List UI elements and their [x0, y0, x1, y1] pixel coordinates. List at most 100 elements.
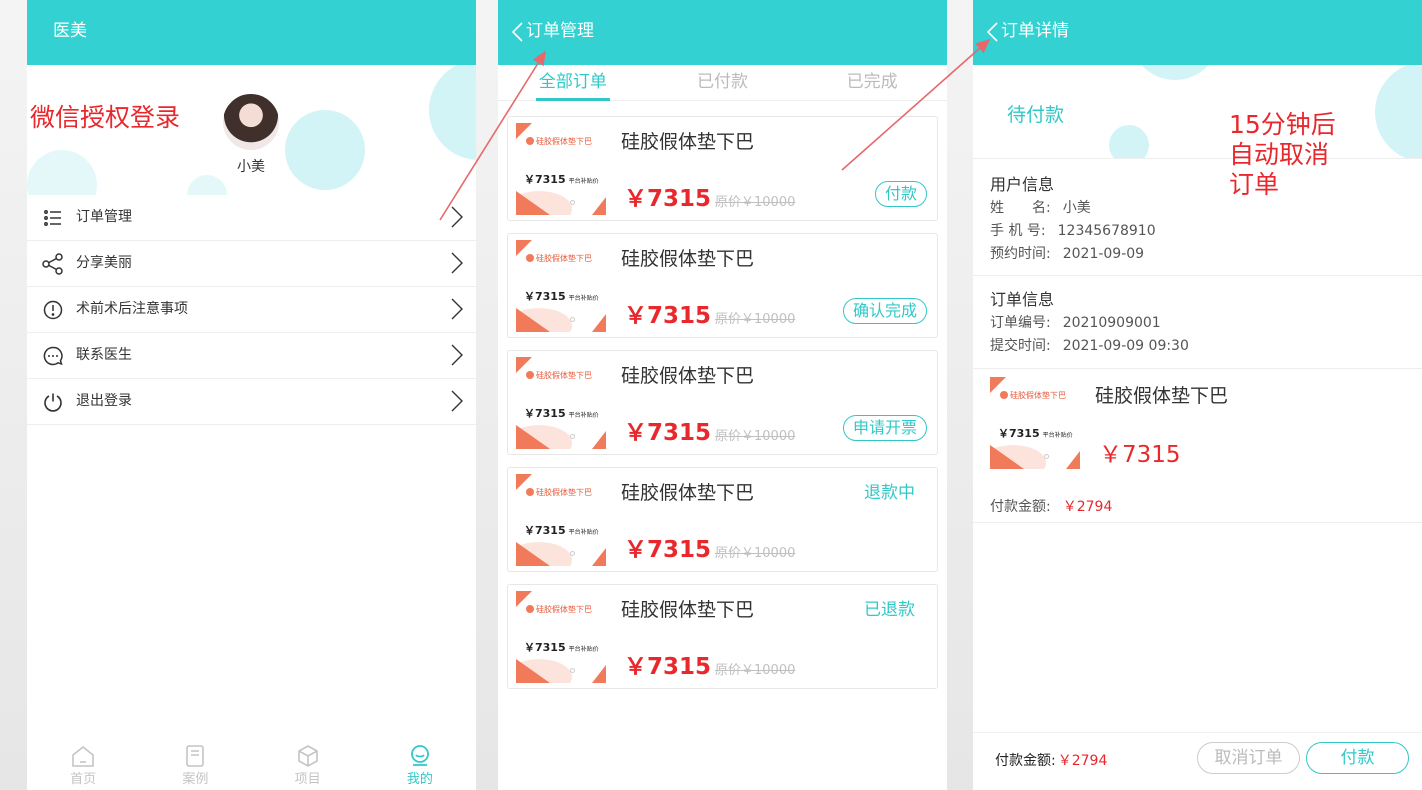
- order-info-section: 订单信息 订单编号: 20210909001 提交时间: 2021-09-09 09…: [973, 275, 1422, 368]
- thumb-price: ￥7315 平台补贴价: [524, 522, 599, 538]
- divider: [973, 522, 1422, 523]
- appointment-row: 预约时间: 2021-09-09: [990, 243, 1144, 263]
- price: ￥7315: [624, 537, 712, 563]
- thumb-price-note: 平台补贴价: [568, 178, 599, 185]
- thumb-price: ￥7315 平台补贴价: [998, 425, 1073, 441]
- menu-label: 退出登录: [76, 393, 132, 409]
- product-thumbnail: 硅胶假体垫下巴 ￥7315 平台补贴价: [990, 377, 1080, 469]
- thumb-price-note: 平台补贴价: [568, 646, 599, 653]
- price-row: ￥7315 原价￥10000: [624, 179, 795, 213]
- order-status: 退款中: [864, 483, 915, 503]
- name-label: 姓 名:: [990, 200, 1051, 216]
- section-heading: 用户信息: [990, 175, 1055, 194]
- bottom-tab-bar: 首页 案例 项目 我的: [27, 740, 476, 790]
- thumb-price-value: ￥7315: [998, 427, 1040, 440]
- product-name: 硅胶假体垫下巴: [621, 248, 755, 270]
- product-thumbnail: 硅胶假体垫下巴 ￥7315 平台补贴价: [516, 591, 606, 683]
- product-thumbnail: 硅胶假体垫下巴 ￥7315 平台补贴价: [516, 474, 606, 566]
- price: ￥7315: [624, 654, 712, 680]
- chevron-right-icon: [451, 390, 463, 412]
- thumb-tag: 硅胶假体垫下巴: [526, 604, 592, 615]
- avatar[interactable]: [221, 92, 281, 152]
- thumb-price: ￥7315 平台补贴价: [524, 639, 599, 655]
- menu-label: 订单管理: [76, 209, 132, 225]
- tab-label: 案例: [182, 772, 209, 787]
- name-value: 小美: [1062, 200, 1091, 216]
- annotation-line: 订单: [1229, 170, 1280, 199]
- tab-completed[interactable]: 已完成: [797, 65, 947, 100]
- original-price: 原价￥10000: [715, 312, 796, 327]
- order-card[interactable]: 硅胶假体垫下巴 ￥7315 平台补贴价 硅胶假体垫下巴 ￥7315 原价￥10000 …: [507, 116, 938, 221]
- original-price: 原价￥10000: [715, 429, 796, 444]
- thumb-tag: 硅胶假体垫下巴: [526, 253, 592, 264]
- thumb-price: ￥7315 平台补贴价: [524, 288, 599, 304]
- thumb-tag: 硅胶假体垫下巴: [526, 370, 592, 381]
- tab-home[interactable]: 首页: [27, 740, 139, 790]
- menu-label: 术前术后注意事项: [76, 301, 188, 317]
- back-arrow-icon[interactable]: [510, 22, 526, 42]
- order-status: 已退款: [864, 600, 915, 620]
- price-row: ￥7315 原价￥10000: [624, 647, 795, 681]
- back-arrow-icon[interactable]: [985, 22, 1001, 42]
- name-row: 姓 名: 小美: [990, 197, 1091, 217]
- order-card[interactable]: 硅胶假体垫下巴 ￥7315 平台补贴价 硅胶假体垫下巴 已退款 ￥7315 原价￥10…: [507, 584, 938, 689]
- product-detail: 硅胶假体垫下巴 ￥7315 平台补贴价 硅胶假体垫下巴 ￥7315: [973, 368, 1422, 486]
- tab-cases[interactable]: 案例: [139, 740, 251, 790]
- cancel-order-button[interactable]: 取消订单: [1197, 742, 1300, 774]
- tab-label: 我的: [406, 772, 433, 787]
- header-bar: 医美: [27, 0, 476, 65]
- phone-label: 手 机 号:: [990, 223, 1046, 239]
- header-bar: 订单详情: [973, 0, 1422, 65]
- user-name: 小美: [237, 159, 265, 175]
- menu-item-order-management[interactable]: 订单管理: [27, 195, 476, 241]
- menu-item-share[interactable]: 分享美丽: [27, 241, 476, 287]
- tab-label: 项目: [294, 772, 321, 787]
- thumb-tag: 硅胶假体垫下巴: [526, 487, 592, 498]
- request-invoice-button[interactable]: 申请开票: [842, 415, 927, 441]
- price: ￥7315: [624, 186, 712, 212]
- payment-amount: ￥2794: [1062, 499, 1113, 515]
- menu-item-precautions[interactable]: 术前术后注意事项: [27, 287, 476, 333]
- order-management-screen: 订单管理 全部订单 已付款 已完成 硅胶假体垫下巴 ￥7315 平台补贴价 硅胶假体…: [498, 0, 947, 790]
- thumb-price-value: ￥7315: [524, 407, 566, 420]
- thumb-price-value: ￥7315: [524, 641, 566, 654]
- annotation-wechat-login: 微信授权登录: [30, 103, 181, 132]
- confirm-complete-button[interactable]: 确认完成: [842, 298, 927, 324]
- tab-paid[interactable]: 已付款: [648, 65, 798, 100]
- annotation-line: 自动取消: [1229, 140, 1330, 169]
- thumb-price-value: ￥7315: [524, 173, 566, 186]
- bottom-action-bar: 付款金额: ￥2794 取消订单 付款: [973, 732, 1422, 790]
- pay-button[interactable]: 付款: [874, 181, 927, 207]
- thumb-price-note: 平台补贴价: [568, 295, 599, 302]
- order-card[interactable]: 硅胶假体垫下巴 ￥7315 平台补贴价 硅胶假体垫下巴 ￥7315 原价￥10000 …: [507, 233, 938, 338]
- order-card[interactable]: 硅胶假体垫下巴 ￥7315 平台补贴价 硅胶假体垫下巴 ￥7315 原价￥10000 …: [507, 350, 938, 455]
- page-title: 医美: [53, 21, 87, 41]
- share-icon: [42, 253, 63, 275]
- order-card[interactable]: 硅胶假体垫下巴 ￥7315 平台补贴价 硅胶假体垫下巴 退款中 ￥7315 原价￥10…: [507, 467, 938, 572]
- tab-all-orders[interactable]: 全部订单: [498, 65, 648, 101]
- menu-item-logout[interactable]: 退出登录: [27, 379, 476, 425]
- menu-label: 联系医生: [76, 347, 132, 363]
- price: ￥7315: [624, 420, 712, 446]
- product-name: 硅胶假体垫下巴: [621, 599, 755, 621]
- payment-amount-row: 付款金额: ￥2794: [990, 496, 1112, 516]
- submit-time-row: 提交时间: 2021-09-09 09:30: [990, 335, 1189, 355]
- product-name: 硅胶假体垫下巴: [621, 482, 755, 504]
- tab-projects[interactable]: 项目: [252, 740, 364, 790]
- menu-item-contact-doctor[interactable]: 联系医生: [27, 333, 476, 379]
- pay-button[interactable]: 付款: [1306, 742, 1409, 774]
- chevron-right-icon: [451, 344, 463, 366]
- tab-mine[interactable]: 我的: [364, 740, 476, 790]
- thumb-price: ￥7315 平台补贴价: [524, 405, 599, 421]
- thumb-price-value: ￥7315: [524, 290, 566, 303]
- total-label: 付款金额:: [995, 753, 1056, 769]
- page-title: 订单详情: [1001, 21, 1069, 41]
- payment-label: 付款金额:: [990, 499, 1051, 515]
- phone-row: 手 机 号: 12345678910: [990, 220, 1156, 240]
- submit-time-label: 提交时间:: [990, 338, 1051, 354]
- original-price: 原价￥10000: [715, 195, 796, 210]
- book-icon: [186, 745, 205, 767]
- appointment-label: 预约时间:: [990, 246, 1051, 262]
- product-name: 硅胶假体垫下巴: [621, 131, 755, 153]
- thumb-price-note: 平台补贴价: [1042, 432, 1073, 439]
